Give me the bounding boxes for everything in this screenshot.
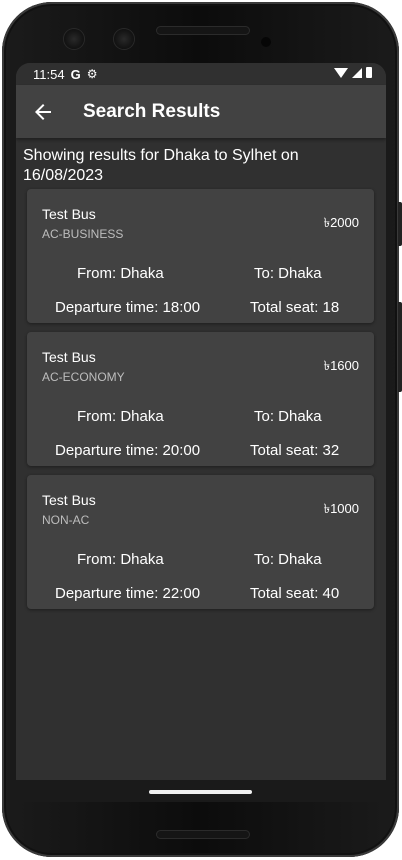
front-camera	[64, 29, 84, 49]
status-bar: 11:54 G ⚙	[16, 63, 386, 85]
arrow-left-icon[interactable]	[31, 100, 55, 124]
bus-from: From: Dhaka	[77, 408, 164, 425]
bottom-speaker	[156, 830, 250, 839]
earpiece-speaker	[156, 26, 250, 35]
bus-type: AC-ECONOMY	[42, 370, 125, 384]
bus-name: Test Bus	[42, 492, 96, 508]
page-title: Search Results	[83, 100, 221, 122]
bus-total-seat: Total seat: 18	[250, 299, 340, 316]
status-time: 11:54	[33, 66, 65, 82]
battery-icon	[366, 67, 372, 78]
gear-icon: ⚙	[86, 67, 98, 81]
bus-departure-time: Departure time: 22:00	[55, 585, 201, 602]
results-summary: Showing results for Dhaka to Sylhet on 1…	[23, 147, 299, 184]
bus-result-card[interactable]: Test Bus AC-ECONOMY ৳1600 From: Dhaka To…	[27, 332, 374, 466]
app-screen: 11:54 G ⚙ Search Results Showing results…	[16, 63, 386, 802]
status-icons	[334, 67, 372, 78]
bus-name: Test Bus	[42, 349, 96, 365]
navigation-bar	[16, 780, 386, 802]
bus-price: ৳1600	[323, 358, 359, 373]
signal-icon	[352, 67, 362, 78]
app-bar: Search Results	[16, 85, 386, 138]
bus-from: From: Dhaka	[77, 265, 164, 282]
volume-button	[398, 302, 402, 392]
bus-total-seat: Total seat: 40	[250, 585, 340, 602]
bus-to: To: Dhaka	[254, 408, 322, 425]
bus-price: ৳2000	[323, 215, 359, 230]
bus-from: From: Dhaka	[77, 551, 164, 568]
power-button	[398, 202, 402, 246]
front-camera-secondary	[114, 29, 134, 49]
bus-result-card[interactable]: Test Bus AC-BUSINESS ৳2000 From: Dhaka T…	[27, 189, 374, 323]
bus-type: NON-AC	[42, 513, 90, 527]
proximity-sensor	[261, 37, 271, 47]
wifi-icon	[334, 67, 348, 78]
bus-result-card[interactable]: Test Bus NON-AC ৳1000 From: Dhaka To: Dh…	[27, 475, 374, 609]
bus-price: ৳1000	[323, 501, 359, 516]
home-indicator[interactable]	[149, 790, 252, 794]
bus-name: Test Bus	[42, 206, 96, 222]
bus-to: To: Dhaka	[254, 265, 322, 282]
bus-type: AC-BUSINESS	[42, 227, 124, 241]
bus-to: To: Dhaka	[254, 551, 322, 568]
bus-departure-time: Departure time: 18:00	[55, 299, 201, 316]
google-icon: G	[70, 66, 81, 82]
bus-total-seat: Total seat: 32	[250, 442, 340, 459]
bus-departure-time: Departure time: 20:00	[55, 442, 201, 459]
